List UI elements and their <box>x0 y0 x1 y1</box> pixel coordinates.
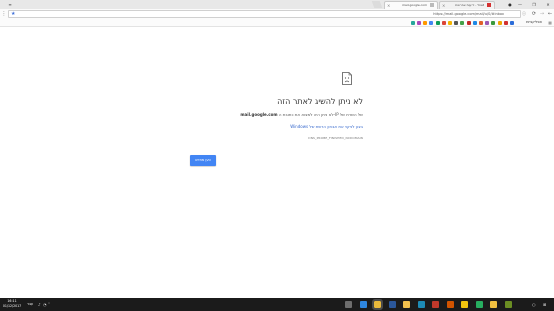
photoshop-icon[interactable] <box>417 301 425 308</box>
error-host: mail.google.com <box>240 112 278 117</box>
error-description-text: לא ניתן היה למצוא את כתובת ה-IP של השרת … <box>278 112 363 117</box>
error-description: mail.google.com לא ניתן היה למצוא את כתו… <box>240 112 363 117</box>
bookmark-favicon-icon[interactable] <box>479 20 483 25</box>
bookmark-favicon-icon[interactable] <box>485 20 490 25</box>
bookmark-favicon-icon[interactable] <box>497 20 502 25</box>
bookmark-favicon-icon[interactable] <box>410 20 415 25</box>
bookmark-favicon-icon[interactable] <box>460 20 465 25</box>
clock-date: 01/12/2017 <box>2 304 22 308</box>
folder-icon[interactable] <box>490 301 497 308</box>
apps-bookmark[interactable]: אפליקציות <box>526 19 542 26</box>
tab-mail-google[interactable]: × mail.google.com <box>384 1 438 9</box>
edge-icon[interactable] <box>359 301 367 308</box>
lightning-icon[interactable] <box>461 301 468 308</box>
new-tab-button[interactable] <box>371 1 383 8</box>
bookmark-favicon-icon[interactable] <box>423 20 428 25</box>
network-diagnostics-link[interactable]: בצע לניקוי את אבחון הרשת של Windows <box>290 124 363 129</box>
close-tab-icon[interactable]: × <box>442 2 445 9</box>
close-button[interactable]: ✕ <box>540 0 554 9</box>
bookmark-favicon-icon[interactable] <box>435 20 440 25</box>
tab-title: mail.google.com <box>402 3 428 7</box>
bookmark-favicon-icon[interactable] <box>503 20 508 25</box>
search-icon[interactable]: ○ <box>532 298 536 311</box>
apps-grid-icon[interactable]: ▦ <box>548 19 552 26</box>
bookmark-favicon-icon[interactable] <box>448 20 452 25</box>
network-icon[interactable]: ◔ <box>43 298 47 311</box>
page-icon <box>430 3 434 7</box>
bookmark-star-icon[interactable]: ★ <box>11 11 15 17</box>
error-code: DNS_PROBE_FINISHED_NXDOMAIN <box>308 136 363 140</box>
reload-icon[interactable]: ⟳ <box>530 9 538 19</box>
bookmark-favicon-icon[interactable] <box>491 20 496 25</box>
close-tab-icon[interactable]: × <box>387 2 390 9</box>
back-icon[interactable]: ← <box>546 9 554 19</box>
window-menu-icon[interactable]: ≡ <box>2 0 18 9</box>
address-bar[interactable]: ★ https://mail.google.com/mail/u/0/#inbo… <box>8 10 521 18</box>
app-green-icon[interactable] <box>475 301 483 308</box>
language-indicator[interactable]: עבר <box>27 298 33 311</box>
bookmark-favicon-icon[interactable] <box>510 20 514 25</box>
bookmark-favicon-icon[interactable] <box>454 20 459 25</box>
taskbar: 16:11 01/12/2017 עבר ♪ ◔ ˄ ○ ⊞ <box>0 298 554 311</box>
mail-icon[interactable] <box>504 301 512 308</box>
bookmark-favicon-icon[interactable] <box>429 20 434 25</box>
forward-icon[interactable]: → <box>538 9 546 19</box>
title-bar: ≡ × mail.google.com × Ynet - ידיעות אחרו… <box>0 0 554 9</box>
menu-dots-icon[interactable]: ⋮ <box>0 9 8 19</box>
task-view-icon[interactable] <box>345 301 352 308</box>
app-red-icon[interactable] <box>432 301 439 308</box>
sad-page-icon <box>342 72 352 85</box>
reload-button[interactable]: טען מחדש <box>190 155 216 166</box>
media-icon[interactable] <box>446 301 454 308</box>
speaker-icon[interactable]: ♪ <box>38 298 41 311</box>
bookmark-favicon-icon[interactable] <box>466 20 471 25</box>
info-icon[interactable]: ⓘ <box>520 9 528 19</box>
bookmark-favicon-icon[interactable] <box>441 20 446 25</box>
chrome-icon[interactable] <box>372 299 383 310</box>
up-arrow-icon[interactable]: ˄ <box>48 298 50 311</box>
bookmark-favicon-icon[interactable] <box>472 20 477 25</box>
bookmarks-bar: אפליקציות ▦ <box>0 19 554 27</box>
windows-start-icon[interactable]: ⊞ <box>543 298 546 311</box>
url-text: https://mail.google.com/mail/u/0/#inbox <box>433 12 504 16</box>
ynet-icon <box>487 3 491 7</box>
clock[interactable]: 16:11 01/12/2017 <box>2 299 22 309</box>
tab-ynet[interactable]: × Ynet - ידיעות אחרונות <box>439 1 495 9</box>
bookmark-favicon-icon[interactable] <box>417 20 421 25</box>
explorer-icon[interactable] <box>403 301 410 308</box>
word-icon[interactable] <box>388 301 396 308</box>
error-title: לא ניתן להשיג לאתר הזה <box>277 97 363 106</box>
tab-title: Ynet - ידיעות אחרונות <box>455 3 485 7</box>
